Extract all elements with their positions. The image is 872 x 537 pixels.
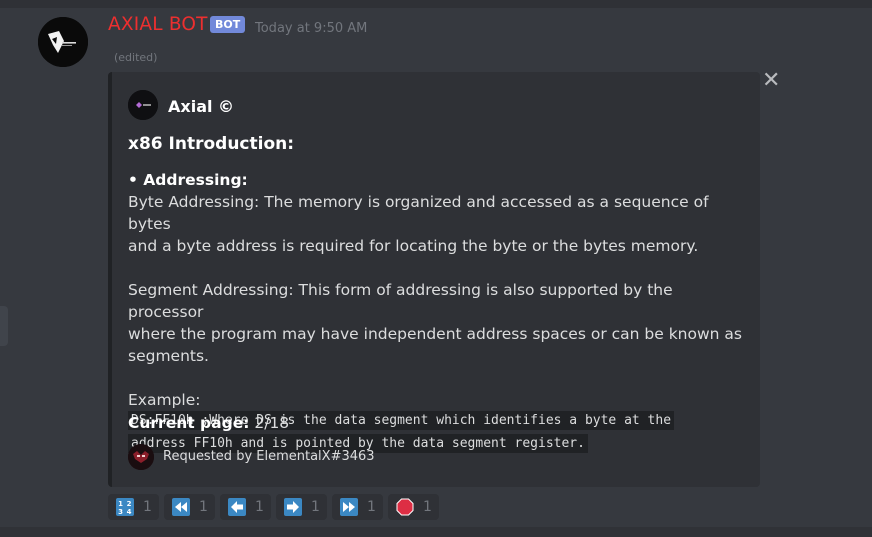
embed-author-name[interactable]: Axial © [168,97,234,116]
bot-avatar[interactable] [38,17,88,67]
paragraph-line: segments. [128,347,209,365]
reaction-count: 1 [255,499,264,515]
username[interactable]: AXIAL BOT [108,14,208,35]
reaction-count: 1 [199,499,208,515]
axial-logo-icon [38,17,88,67]
top-strip [0,0,872,8]
bot-tag-badge: BOT [210,16,246,33]
reaction-count: 1 [311,499,320,515]
rewind-icon [172,498,190,516]
example-label: Example: [128,391,201,409]
edited-label: (edited) [114,51,158,64]
stop-sign-icon [396,498,414,516]
current-page-field: Current page: 2/18 [128,412,289,434]
embed-footer-text: Requested by ElementalX#3463 [163,449,375,464]
reaction-arrow-left[interactable]: 1 [220,494,271,520]
paragraph-line: where the program may have independent a… [128,325,742,343]
svg-text:3: 3 [118,508,123,516]
embed-author-icon [128,90,158,120]
svg-text:1: 1 [118,500,123,508]
timestamp[interactable]: Today at 9:50 AM [255,21,367,36]
numbers-1234-icon: 1 2 3 4 [116,498,134,516]
footer-avatar-icon [128,444,154,470]
reaction-rewind[interactable]: 1 [164,494,215,520]
arrow-left-icon [228,498,246,516]
reaction-stop[interactable]: 1 [388,494,439,520]
field-value: 2/18 [254,414,290,432]
svg-text:2: 2 [127,500,132,508]
left-scroll-nub [0,306,8,346]
close-icon[interactable]: ✕ [762,70,780,92]
reaction-count: 1 [367,499,376,515]
fast-forward-icon [340,498,358,516]
field-label: Current page: [128,414,250,432]
reaction-count: 1 [143,499,152,515]
reaction-arrow-right[interactable]: 1 [276,494,327,520]
embed-title: x86 Introduction: [128,134,295,154]
reaction-count: 1 [423,499,432,515]
paragraph-line: and a byte address is required for locat… [128,237,699,255]
reaction-numbers[interactable]: 1 2 3 4 1 [108,494,159,520]
embed: Axial © x86 Introduction: • Addressing: … [108,72,760,487]
section-heading: • Addressing: [128,171,248,189]
bottom-strip [0,527,872,537]
arrow-right-icon [284,498,302,516]
svg-text:4: 4 [127,508,132,516]
reaction-fast-forward[interactable]: 1 [332,494,383,520]
paragraph-line: Byte Addressing: The memory is organized… [128,193,709,233]
paragraph-line: Segment Addressing: This form of address… [128,281,673,321]
